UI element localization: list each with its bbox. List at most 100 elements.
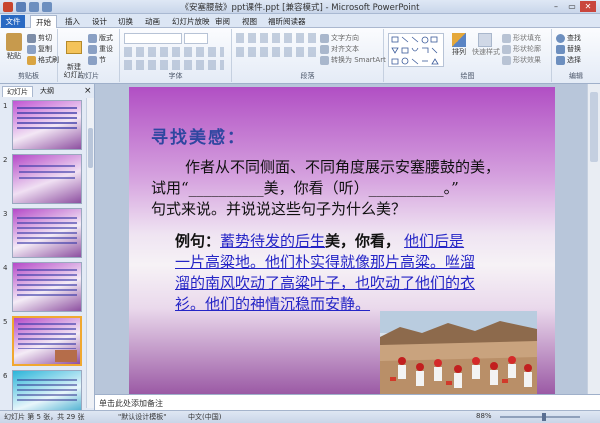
tab-review[interactable]: 审阅 — [210, 15, 235, 28]
cut-button[interactable]: 剪切 — [27, 33, 52, 43]
arrange-icon — [452, 33, 466, 47]
find-button[interactable]: 查找 — [556, 33, 581, 43]
example-text: 他们后是 — [404, 232, 465, 250]
shape-outline-button[interactable]: 形状轮廓 — [502, 44, 541, 54]
replace-icon — [556, 44, 565, 54]
window-title: 《安塞腰鼓》ppt课件.ppt [兼容模式] - Microsoft Power… — [180, 3, 420, 13]
scroll-thumb[interactable] — [88, 128, 93, 168]
slides-group-label: 幻灯片 — [78, 72, 99, 80]
text-direction-icon — [320, 33, 329, 43]
thumbnail-number: 4 — [3, 264, 8, 272]
shapes-gallery[interactable] — [388, 33, 444, 67]
thumbnails-scrollbar[interactable] — [86, 98, 94, 408]
tab-home[interactable]: 开始 — [30, 15, 57, 28]
paste-button[interactable]: 粘贴 — [4, 33, 24, 61]
minimize-button[interactable]: – — [548, 1, 564, 12]
slide-paragraph-3: 句式来说。并说说这些句子为什么美？ — [151, 200, 407, 218]
quick-styles-icon — [478, 33, 492, 47]
select-button[interactable]: 选择 — [556, 55, 581, 65]
slide-count-status: 幻灯片 第 5 张，共 29 张 — [4, 413, 85, 421]
maximize-button[interactable]: ▭ — [564, 1, 580, 12]
example-line-1: 例句：蓄势待发的后生美，你看， 他们后是 — [175, 231, 464, 252]
align-text-button[interactable]: 对齐文本 — [320, 44, 359, 54]
thumbnail-image — [12, 100, 82, 150]
example-label: 例句： — [175, 232, 221, 250]
font-name-dropdown[interactable] — [124, 33, 182, 44]
status-bar: 幻灯片 第 5 张，共 29 张 "默认设计模板" 中文(中国) 88% — [0, 410, 600, 423]
list-buttons[interactable] — [236, 33, 316, 43]
close-pane-button[interactable]: × — [80, 86, 96, 97]
copy-icon — [27, 44, 36, 54]
layout-button[interactable]: 版式 — [88, 33, 113, 43]
align-buttons[interactable] — [236, 47, 316, 57]
paste-icon — [6, 33, 22, 51]
thumbnail-number: 2 — [3, 156, 8, 164]
copy-button[interactable]: 复制 — [27, 44, 52, 54]
tab-outline[interactable]: 大纲 — [36, 86, 58, 97]
paragraph-group-label: 段落 — [300, 72, 315, 80]
tab-view[interactable]: 视图 — [237, 15, 262, 28]
paragraph-group: 文字方向 对齐文本 转换为 SmartArt 段落 — [232, 29, 386, 82]
reset-button[interactable]: 重设 — [88, 44, 113, 54]
current-slide[interactable]: 寻找美感： 作者从不同侧面、不同角度展示安塞腰鼓的美， 试用“_________… — [129, 87, 555, 394]
thumbnail-number: 5 — [3, 318, 8, 326]
slide-thumbnail-3[interactable]: 3 — [0, 208, 86, 260]
language-status: 中文(中国) — [188, 413, 222, 421]
find-icon — [556, 33, 565, 43]
clipboard-group-label: 剪贴板 — [18, 72, 39, 80]
close-button[interactable]: ✕ — [580, 1, 596, 12]
smartart-icon — [320, 55, 329, 65]
thumbnail-image-selected — [12, 316, 82, 366]
reset-icon — [88, 44, 97, 54]
notes-pane[interactable]: 单击此处添加备注 — [95, 394, 600, 410]
slide-thumbnail-2[interactable]: 2 — [0, 154, 86, 206]
layout-icon — [88, 33, 97, 43]
example-text: 蓄势待发的后生 — [220, 232, 326, 250]
zoom-level[interactable]: 88% — [476, 412, 492, 420]
arrange-button[interactable]: 排列 — [448, 33, 470, 57]
tab-foxit[interactable]: 福昕阅读器 — [263, 15, 311, 28]
slide-thumbnail-1[interactable]: 1 — [0, 100, 86, 152]
slide-thumbnail-5[interactable]: 5 — [0, 316, 86, 368]
tab-design[interactable]: 设计 — [87, 15, 112, 28]
replace-button[interactable]: 替换 — [556, 44, 581, 54]
zoom-slider[interactable] — [500, 413, 580, 421]
slide-scrollbar[interactable] — [587, 84, 600, 394]
slides-group: 新建 幻灯片 版式 重设 节 幻灯片 — [58, 29, 120, 82]
convert-smartart-button[interactable]: 转换为 SmartArt — [320, 55, 386, 65]
tab-insert[interactable]: 插入 — [60, 15, 85, 28]
tab-slides[interactable]: 幻灯片 — [2, 86, 33, 97]
format-painter-button[interactable]: 格式刷 — [27, 55, 59, 65]
waist-drum-dance-photo[interactable] — [380, 311, 537, 394]
shape-fill-button[interactable]: 形状填充 — [502, 33, 541, 43]
font-effects-buttons[interactable] — [124, 60, 224, 70]
scroll-thumb[interactable] — [590, 92, 598, 162]
slide-editing-area: 寻找美感： 作者从不同侧面、不同角度展示安塞腰鼓的美， 试用“_________… — [95, 84, 587, 394]
scissors-icon — [27, 33, 36, 43]
thumbnail-image — [12, 208, 82, 258]
shape-effects-button[interactable]: 形状效果 — [502, 55, 541, 65]
font-format-buttons[interactable] — [124, 47, 224, 57]
effects-icon — [502, 55, 511, 65]
tab-slideshow[interactable]: 幻灯片放映 — [167, 15, 215, 28]
shapes-icon — [391, 36, 439, 65]
brush-icon — [27, 55, 36, 65]
example-line-3: 溜的南风吹动了高粱叶子，也吹动了他们的衣 — [175, 274, 476, 292]
theme-status: "默认设计模板" — [118, 413, 167, 421]
tab-transitions[interactable]: 切换 — [113, 15, 138, 28]
select-icon — [556, 55, 565, 65]
tab-animations[interactable]: 动画 — [140, 15, 165, 28]
font-group-label: 字体 — [168, 72, 183, 80]
font-size-dropdown[interactable] — [184, 33, 208, 44]
text-direction-button[interactable]: 文字方向 — [320, 33, 359, 43]
section-button[interactable]: 节 — [88, 55, 106, 65]
title-bar: 《安塞腰鼓》ppt课件.ppt [兼容模式] - Microsoft Power… — [0, 0, 600, 14]
font-group: 字体 — [120, 29, 232, 82]
example-line-2: 一片高粱地。他们朴实得就像那片高粱。咝溜 — [175, 253, 476, 271]
thumbnail-number: 6 — [3, 372, 8, 380]
outline-icon — [502, 44, 511, 54]
tab-file[interactable]: 文件 — [1, 15, 25, 28]
zoom-slider-handle[interactable] — [542, 413, 546, 421]
quick-styles-button[interactable]: 快速样式 — [472, 33, 500, 57]
slide-thumbnail-4[interactable]: 4 — [0, 262, 86, 314]
